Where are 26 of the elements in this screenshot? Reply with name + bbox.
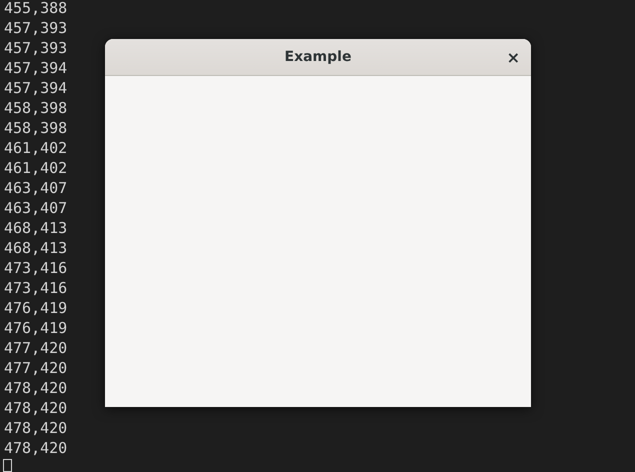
terminal-line: 458,398 xyxy=(4,118,68,138)
terminal-line: 468,413 xyxy=(4,218,68,238)
text-cursor xyxy=(3,459,12,472)
terminal-line: 473,416 xyxy=(4,258,68,278)
terminal-line: 468,413 xyxy=(4,238,68,258)
terminal-line: 457,393 xyxy=(4,38,68,58)
terminal-line: 476,419 xyxy=(4,318,68,338)
terminal-line: 463,407 xyxy=(4,178,68,198)
terminal-line: 473,416 xyxy=(4,278,68,298)
terminal-line: 463,407 xyxy=(4,198,68,218)
terminal-line: 477,420 xyxy=(4,338,68,358)
terminal-line: 478,420 xyxy=(4,438,68,458)
terminal-line: 457,393 xyxy=(4,18,68,38)
terminal-line: 457,394 xyxy=(4,78,68,98)
terminal-line: 477,420 xyxy=(4,358,68,378)
terminal-line: 461,402 xyxy=(4,158,68,178)
close-button[interactable]: × xyxy=(504,48,523,66)
terminal-line: 457,394 xyxy=(4,58,68,78)
terminal-line: 478,420 xyxy=(4,398,68,418)
window-title: Example xyxy=(284,49,352,65)
terminal-line: 476,419 xyxy=(4,298,68,318)
terminal-line: 458,398 xyxy=(4,98,68,118)
terminal-line: 455,388 xyxy=(4,0,68,18)
terminal-line: 478,420 xyxy=(4,418,68,438)
terminal-line: 461,402 xyxy=(4,138,68,158)
terminal-line: 478,420 xyxy=(4,378,68,398)
